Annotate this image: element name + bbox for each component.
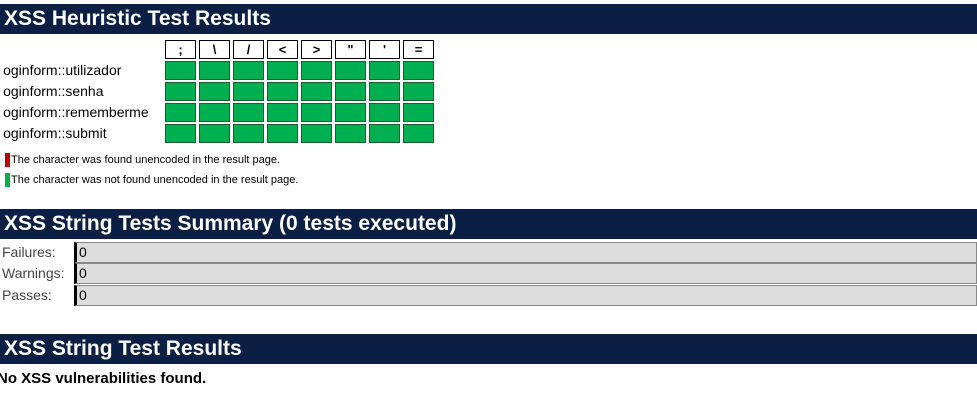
passes-label: Passes:: [2, 287, 52, 303]
string-test-results-header: XSS String Test Results: [0, 334, 977, 364]
result-cell: [403, 82, 434, 101]
result-cell: [301, 61, 332, 80]
result-cell: [369, 103, 400, 122]
failures-label: Failures:: [2, 244, 56, 260]
result-cell: [301, 82, 332, 101]
result-cell: [335, 124, 366, 143]
failures-row: Failures: 0: [0, 242, 977, 263]
legend-red-swatch: [5, 153, 10, 167]
parameter-label: loginform::senha: [3, 83, 104, 99]
result-cell: [199, 82, 230, 101]
passes-row: Passes: 0: [0, 285, 977, 306]
parameter-label: loginform::submit: [3, 125, 107, 141]
result-cell: [267, 82, 298, 101]
result-cell: [335, 103, 366, 122]
report-page: XSS Heuristic Test Results ; \ / < > " ' =login…: [0, 0, 977, 398]
result-cell: [369, 124, 400, 143]
table-row: loginform::rememberme: [3, 103, 434, 122]
result-cell: [403, 61, 434, 80]
no-vulnerabilities-message: No XSS vulnerabilities found.: [0, 370, 207, 387]
table-row: loginform::senha: [3, 82, 434, 101]
result-cell: [301, 124, 332, 143]
result-cell: [267, 124, 298, 143]
parameter-label: loginform::utilizador: [3, 62, 122, 78]
warnings-row: Warnings: 0: [0, 263, 977, 284]
result-cell: [165, 103, 196, 122]
result-cell: [233, 82, 264, 101]
result-cell: [369, 61, 400, 80]
character-column-header: <: [267, 40, 298, 59]
parameter-label: loginform::rememberme: [3, 104, 149, 120]
character-column-header: /: [233, 40, 264, 59]
character-column-header: ": [335, 40, 366, 59]
result-cell: [199, 124, 230, 143]
result-cell: [403, 124, 434, 143]
corner-cell: [3, 40, 162, 59]
result-cell: [233, 103, 264, 122]
result-cell: [165, 61, 196, 80]
character-column-header: \: [199, 40, 230, 59]
character-column-header: ;: [165, 40, 196, 59]
string-tests-summary-header: XSS String Tests Summary (0 tests execut…: [0, 209, 977, 239]
heuristic-results-table: ; \ / < > " ' =loginform::utilizadorloginform::…: [0, 38, 437, 145]
failures-bar: 0: [74, 242, 977, 263]
passes-bar: 0: [74, 285, 977, 306]
character-column-header: ': [369, 40, 400, 59]
result-cell: [165, 124, 196, 143]
legend-not-found: The character was not found unencoded in…: [5, 173, 298, 187]
heuristic-results-header: XSS Heuristic Test Results: [0, 4, 977, 34]
result-cell: [403, 103, 434, 122]
legend-green-swatch: [5, 173, 10, 187]
character-column-header: >: [301, 40, 332, 59]
result-cell: [233, 124, 264, 143]
result-cell: [199, 103, 230, 122]
character-column-header: =: [403, 40, 434, 59]
table-row: loginform::utilizador: [3, 61, 434, 80]
legend-not-found-text: The character was not found unencoded in…: [11, 174, 299, 186]
result-cell: [335, 82, 366, 101]
result-cell: [335, 61, 366, 80]
result-cell: [267, 61, 298, 80]
legend-found: The character was found unencoded in the…: [5, 153, 280, 167]
result-cell: [233, 61, 264, 80]
result-cell: [165, 82, 196, 101]
table-row: loginform::submit: [3, 124, 434, 143]
result-cell: [369, 82, 400, 101]
warnings-bar: 0: [74, 263, 977, 284]
warnings-label: Warnings:: [2, 265, 65, 281]
result-cell: [301, 103, 332, 122]
result-cell: [199, 61, 230, 80]
character-header-row: ; \ / < > " ' =: [3, 40, 434, 59]
result-cell: [267, 103, 298, 122]
legend-found-text: The character was found unencoded in the…: [11, 154, 281, 166]
